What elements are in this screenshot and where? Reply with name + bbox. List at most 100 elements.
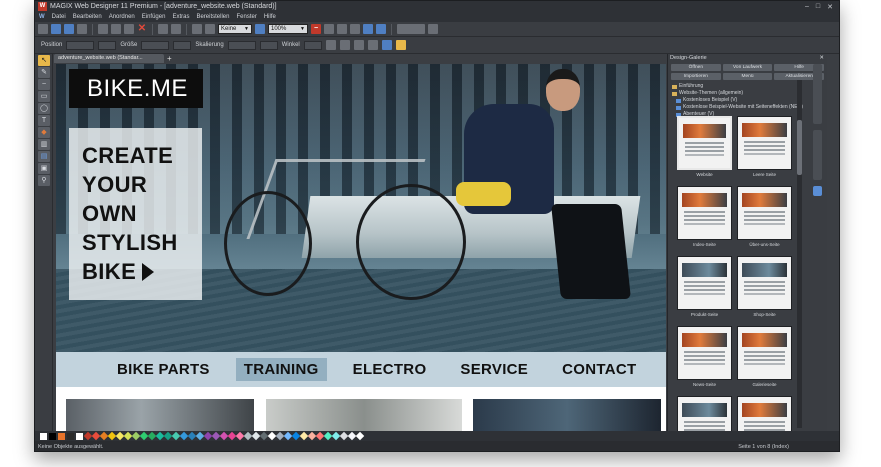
gallery-item[interactable]: Leere Seite <box>737 116 792 179</box>
transform-icon[interactable] <box>381 40 392 50</box>
new-tab-button[interactable]: + <box>167 54 172 63</box>
menu-item-bearbeiten[interactable]: Bearbeiten <box>73 14 102 20</box>
color-swatch[interactable] <box>115 431 124 441</box>
position-x-field[interactable] <box>66 40 95 50</box>
color-swatch[interactable] <box>91 431 100 441</box>
color-swatch[interactable] <box>83 431 92 441</box>
from-drive-button[interactable]: Von Laufwerk <box>722 64 773 71</box>
zoom-tool-icon[interactable]: ⚲ <box>38 175 50 186</box>
color-swatch[interactable] <box>267 431 276 441</box>
zoom-page-icon[interactable] <box>324 24 334 34</box>
publish-icon[interactable] <box>376 24 386 34</box>
color-swatch[interactable] <box>48 432 56 440</box>
link-icon[interactable] <box>395 40 406 50</box>
color-swatch[interactable] <box>75 432 83 440</box>
tree-node[interactable]: Website-Themen (allgemein) <box>670 90 827 97</box>
color-swatch[interactable] <box>339 431 348 441</box>
page-indicator[interactable]: Seite 1 von 8 (Index) <box>738 441 839 451</box>
color-swatch[interactable] <box>331 431 340 441</box>
teaser-image-electro[interactable] <box>473 399 661 431</box>
scale-field[interactable] <box>227 40 256 50</box>
hero-image[interactable]: BIKE.ME CREATE YOUR OWN STYLISH BIKE <box>56 64 666 352</box>
import-button[interactable]: Importieren <box>671 73 721 80</box>
color-swatch[interactable] <box>291 431 300 441</box>
teaser-image-parts[interactable] <box>66 399 254 431</box>
gallery-item[interactable]: News-Seite <box>677 326 732 389</box>
site-logo[interactable]: BIKE.ME <box>69 69 203 108</box>
color-swatch[interactable] <box>131 431 140 441</box>
redo-icon[interactable] <box>171 24 181 34</box>
menu-button[interactable]: Menü <box>722 73 773 80</box>
color-swatch[interactable] <box>66 432 74 440</box>
claim-box[interactable]: CREATE YOUR OWN STYLISH BIKE <box>69 128 202 300</box>
ellipse-tool-icon[interactable]: ◯ <box>38 103 50 114</box>
freehand-tool-icon[interactable]: ~ <box>38 79 50 90</box>
color-swatch[interactable] <box>227 431 236 441</box>
color-swatch[interactable] <box>163 431 172 441</box>
color-swatch[interactable] <box>275 431 284 441</box>
preview-icon[interactable] <box>363 24 373 34</box>
scrollbar-thumb[interactable] <box>797 120 802 175</box>
node-tool-icon[interactable]: ✎ <box>38 67 50 78</box>
color-swatch[interactable] <box>203 431 212 441</box>
play-arrow-icon[interactable] <box>142 263 155 281</box>
save-icon[interactable] <box>64 24 74 34</box>
fill-tool-icon[interactable]: ◆ <box>38 127 50 138</box>
tree-node[interactable]: Einführung <box>670 83 827 90</box>
color-swatch[interactable] <box>39 432 47 440</box>
nav-electro[interactable]: ELECTRO <box>345 358 435 381</box>
side-tab-pages[interactable] <box>813 130 822 180</box>
flip-vertical-icon[interactable] <box>353 40 364 50</box>
menu-item-extras[interactable]: Extras <box>172 14 189 20</box>
selector-tool-icon[interactable]: ↖ <box>38 55 50 66</box>
menu-item-datei[interactable]: Datei <box>52 14 66 20</box>
undo-icon[interactable] <box>158 24 168 34</box>
color-swatch[interactable] <box>147 431 156 441</box>
nav-service[interactable]: SERVICE <box>452 358 536 381</box>
color-swatch[interactable] <box>315 431 324 441</box>
text-tool-icon[interactable]: T <box>38 115 50 126</box>
zoom-out-icon[interactable]: − <box>311 24 321 34</box>
color-swatch[interactable] <box>171 431 180 441</box>
flip-icon[interactable] <box>205 24 215 34</box>
color-swatch[interactable] <box>283 431 292 441</box>
gallery-item[interactable]: Index-Seite <box>677 186 732 249</box>
grid-icon[interactable] <box>428 24 438 34</box>
zoom-width-icon[interactable] <box>337 24 347 34</box>
color-swatch[interactable] <box>259 431 268 441</box>
panel-close-icon[interactable]: ✕ <box>819 54 827 63</box>
color-swatch[interactable] <box>219 431 228 441</box>
gallery-item[interactable]: Über-uns-Seite <box>737 186 792 249</box>
color-swatch[interactable] <box>307 431 316 441</box>
open-icon[interactable] <box>51 24 61 34</box>
position-y-field[interactable] <box>98 40 117 50</box>
color-swatch[interactable] <box>355 431 364 441</box>
print-icon[interactable] <box>77 24 87 34</box>
flip-horizontal-icon[interactable] <box>339 40 350 50</box>
tree-node[interactable]: Kostenloses Beispiel (V) <box>670 97 827 104</box>
color-swatch[interactable] <box>347 431 356 441</box>
shadow-tool-icon[interactable]: ▤ <box>38 151 50 162</box>
select-all-icon[interactable] <box>192 24 202 34</box>
color-swatch[interactable] <box>107 431 116 441</box>
nav-contact[interactable]: CONTACT <box>554 358 644 381</box>
size-h-field[interactable] <box>173 40 192 50</box>
design-canvas[interactable]: BIKE.ME CREATE YOUR OWN STYLISH BIKE BIK… <box>56 64 666 431</box>
gallery-item[interactable]: Shop-Seite <box>737 256 792 319</box>
color-swatch[interactable] <box>243 431 252 441</box>
scale-lock-field[interactable] <box>259 40 278 50</box>
zoom-prev-icon[interactable] <box>350 24 360 34</box>
document-tab[interactable]: adventure_website.web (Standar... <box>54 54 164 63</box>
color-swatch[interactable] <box>299 431 308 441</box>
copy-icon[interactable] <box>111 24 121 34</box>
align-icon[interactable] <box>325 40 336 50</box>
color-swatch[interactable] <box>187 431 196 441</box>
delete-icon[interactable]: ✕ <box>137 24 147 34</box>
menu-item-einfuegen[interactable]: Einfügen <box>142 14 166 20</box>
menu-item-bereitstellen[interactable]: Bereitstellen <box>196 14 229 20</box>
color-swatch[interactable] <box>195 431 204 441</box>
style-select[interactable]: Keine ▼ <box>218 24 252 34</box>
side-tab-layers[interactable] <box>813 186 822 196</box>
color-swatch[interactable] <box>251 431 260 441</box>
zoom-select[interactable]: 100% ▼ <box>268 24 308 34</box>
